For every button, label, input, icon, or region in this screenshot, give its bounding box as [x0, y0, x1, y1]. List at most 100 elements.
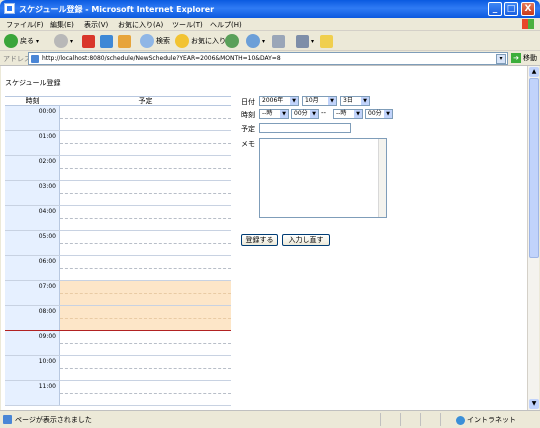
- year-select[interactable]: 2006年 ▼: [259, 96, 299, 106]
- plan-cell[interactable]: [60, 106, 231, 130]
- go-button[interactable]: ➔ 移動: [511, 53, 537, 63]
- scroll-up-icon[interactable]: ▲: [529, 67, 539, 77]
- schedule-row: 09:00: [5, 331, 231, 356]
- scrollbar-thumb[interactable]: [529, 78, 539, 258]
- status-divider: [400, 413, 401, 426]
- page-content: スケジュール登録 時刻 予定 00:00 01:00 02:00 03:00 04:00…: [1, 66, 527, 410]
- schedule-row: 05:00: [5, 231, 231, 256]
- menu-view[interactable]: 表示(V): [84, 20, 108, 30]
- search-button[interactable]: 検索: [140, 33, 170, 49]
- page-icon: [31, 55, 39, 63]
- plan-cell[interactable]: [60, 331, 231, 355]
- page-title: スケジュール登録: [5, 79, 61, 87]
- schedule-row: 07:00: [5, 281, 231, 306]
- search-icon: [140, 34, 154, 48]
- page-scrollbar[interactable]: ▲ ▼: [527, 66, 539, 410]
- schedule-row: 02:00: [5, 156, 231, 181]
- history-button[interactable]: [225, 33, 239, 49]
- start-hour-select[interactable]: --時 ▼: [259, 109, 289, 119]
- time-label: 時刻: [241, 111, 255, 119]
- menu-tools[interactable]: ツール(T): [172, 20, 203, 30]
- refresh-button[interactable]: [100, 33, 113, 49]
- schedule-row: 00:00: [5, 106, 231, 131]
- maximize-button[interactable]: □: [504, 2, 518, 16]
- security-zone: イントラネット: [456, 415, 516, 425]
- memo-textarea[interactable]: [259, 138, 387, 218]
- mail-button[interactable]: ▾: [246, 33, 265, 49]
- memo-label: メモ: [241, 140, 255, 148]
- stop-button[interactable]: [82, 33, 95, 49]
- plan-cell[interactable]: [60, 231, 231, 255]
- plan-cell[interactable]: [60, 131, 231, 155]
- chevron-down-icon: ▼: [310, 110, 318, 118]
- folder-button[interactable]: [320, 33, 333, 49]
- chevron-down-icon: ▼: [290, 97, 298, 105]
- chevron-down-icon: ▼: [384, 110, 392, 118]
- schedule-row: 04:00: [5, 206, 231, 231]
- end-minute-select[interactable]: 00分 ▼: [365, 109, 393, 119]
- date-label: 日付: [241, 98, 255, 106]
- address-input[interactable]: http://localhost:8080/schedule/NewSchedu…: [28, 52, 508, 65]
- favorites-button[interactable]: お気に入り: [175, 33, 226, 49]
- plan-cell[interactable]: [60, 281, 231, 305]
- scroll-down-icon[interactable]: ▼: [529, 399, 539, 409]
- star-icon: [175, 34, 189, 48]
- plan-cell[interactable]: [60, 306, 231, 330]
- plan-cell[interactable]: [60, 206, 231, 230]
- memo-scrollbar[interactable]: [378, 139, 386, 217]
- plan-cell[interactable]: [60, 156, 231, 180]
- plan-input[interactable]: [259, 123, 351, 133]
- status-text: ページが表示されました: [15, 416, 92, 424]
- plan-cell[interactable]: [60, 356, 231, 380]
- chevron-down-icon: ▼: [328, 97, 336, 105]
- menu-edit[interactable]: 編集(E): [50, 20, 74, 30]
- hour-label: 01:00: [5, 131, 60, 155]
- chevron-down-icon: ▼: [361, 97, 369, 105]
- print-button[interactable]: [272, 33, 285, 49]
- schedule-row: 06:00: [5, 256, 231, 281]
- stop-icon: [82, 34, 95, 48]
- home-icon: [118, 34, 131, 48]
- schedule-row: 08:00: [5, 306, 231, 331]
- schedule-row: 03:00: [5, 181, 231, 206]
- address-bar: アドレス(D) http://localhost:8080/schedule/N…: [0, 51, 540, 66]
- reset-button[interactable]: 入力し直す: [282, 234, 330, 246]
- intranet-icon: [456, 415, 465, 425]
- edit-button[interactable]: ▾: [296, 33, 314, 49]
- chevron-down-icon: ▾: [36, 37, 40, 45]
- menu-file[interactable]: ファイル(F): [6, 20, 44, 30]
- submit-button[interactable]: 登録する: [241, 234, 278, 246]
- schedule-rows: 00:00 01:00 02:00 03:00 04:00 05:00 06:00 07:00…: [5, 106, 231, 406]
- menu-help[interactable]: ヘルプ(H): [210, 20, 242, 30]
- forward-button[interactable]: ▾: [54, 33, 73, 49]
- status-divider: [440, 413, 441, 426]
- minimize-button[interactable]: _: [488, 2, 502, 16]
- title-bar: スケジュール登録 - Microsoft Internet Explorer _…: [0, 0, 540, 18]
- month-select[interactable]: 10月 ▼: [302, 96, 337, 106]
- go-arrow-icon: ➔: [511, 53, 521, 63]
- toolbar: 戻る ▾ ▾ 検索 お気に入り ▾ ▾: [0, 31, 540, 51]
- hour-label: 11:00: [5, 381, 60, 405]
- home-button[interactable]: [118, 33, 131, 49]
- end-hour-select[interactable]: --時 ▼: [333, 109, 363, 119]
- back-button[interactable]: 戻る ▾: [4, 33, 39, 49]
- history-icon: [225, 34, 239, 48]
- edit-icon: [296, 34, 309, 48]
- status-divider: [420, 413, 421, 426]
- windows-logo-icon: [522, 19, 534, 29]
- chevron-down-icon: ▾: [311, 37, 315, 45]
- menu-favorites[interactable]: お気に入り(A): [118, 20, 163, 30]
- day-select[interactable]: 3日 ▼: [340, 96, 370, 106]
- chevron-down-icon: ▼: [280, 110, 288, 118]
- hour-label: 07:00: [5, 281, 60, 305]
- start-minute-select[interactable]: 00分 ▼: [291, 109, 319, 119]
- plan-cell[interactable]: [60, 381, 231, 405]
- plan-cell[interactable]: [60, 256, 231, 280]
- close-button[interactable]: X: [521, 2, 535, 16]
- plan-cell[interactable]: [60, 181, 231, 205]
- hour-label: 08:00: [5, 306, 60, 330]
- address-dropdown-button[interactable]: ▾: [496, 54, 506, 64]
- hour-label: 05:00: [5, 231, 60, 255]
- schedule-row: 01:00: [5, 131, 231, 156]
- forward-arrow-icon: [54, 34, 68, 48]
